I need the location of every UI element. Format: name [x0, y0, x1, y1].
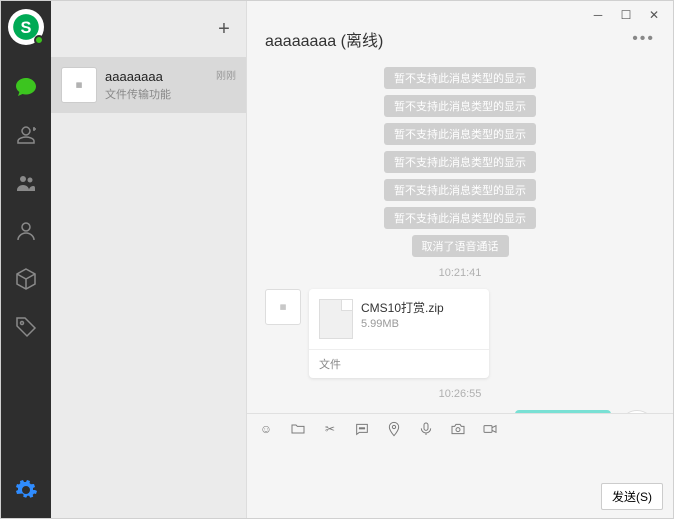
- location-icon[interactable]: [385, 420, 403, 438]
- message-input[interactable]: [257, 448, 663, 483]
- timestamp: 10:26:55: [439, 388, 482, 400]
- more-icon[interactable]: •••: [632, 30, 655, 48]
- message-avatar[interactable]: ▦: [265, 289, 301, 325]
- add-conversation-button[interactable]: +: [212, 17, 236, 41]
- send-button[interactable]: 发送(S): [601, 483, 663, 510]
- file-size: 5.99MB: [361, 318, 444, 330]
- file-name: CMS10打赏.zip: [361, 299, 444, 316]
- convlist-header: +: [51, 1, 246, 57]
- chat-title-name: aaaaaaaa: [265, 33, 336, 50]
- svg-text:S: S: [21, 19, 32, 37]
- conversation-list: + ▦ aaaaaaaa 文件传输功能 刚刚: [51, 1, 247, 518]
- app-window: S + ▦ aaaaaa: [0, 0, 674, 519]
- conversation-item[interactable]: ▦ aaaaaaaa 文件传输功能 刚刚: [51, 57, 246, 113]
- system-pill: 暂不支持此消息类型的显示: [384, 95, 536, 117]
- nav-people-icon[interactable]: [10, 215, 42, 247]
- conversation-avatar: ▦: [61, 67, 97, 103]
- incoming-message: ▦ CMS10打赏.zip 5.99MB 文件: [265, 289, 655, 378]
- conversation-name: aaaaaaaa: [105, 69, 216, 84]
- nav-chat-icon[interactable]: [10, 71, 42, 103]
- nav-rail: S: [1, 1, 51, 518]
- system-pill: 取消了语音通话: [412, 235, 509, 257]
- compose-area: 发送(S): [247, 444, 673, 518]
- nav-tag-icon[interactable]: [10, 311, 42, 343]
- chat-title-status: (离线): [341, 33, 384, 50]
- chat-history-icon[interactable]: [353, 420, 371, 438]
- chat-title: aaaaaaaa (离线): [265, 27, 383, 51]
- nav-contacts-icon[interactable]: [10, 119, 42, 151]
- maximize-button[interactable]: ☐: [613, 5, 639, 25]
- system-pill: 暂不支持此消息类型的显示: [384, 179, 536, 201]
- chat-panel: ─ ☐ ✕ aaaaaaaa (离线) ••• 暂不支持此消息类型的显示 暂不支…: [247, 1, 673, 518]
- video-icon[interactable]: [481, 420, 499, 438]
- nav-group-icon[interactable]: [10, 167, 42, 199]
- nav-settings-icon[interactable]: [10, 474, 42, 506]
- window-controls: ─ ☐ ✕: [579, 1, 673, 29]
- message-bubble[interactable]: 文件传输功能: [515, 410, 611, 413]
- compose-toolbar: ☺ ✂: [247, 413, 673, 444]
- conversation-subtitle: 文件传输功能: [105, 86, 216, 102]
- file-card[interactable]: CMS10打赏.zip 5.99MB 文件: [309, 289, 489, 378]
- microphone-icon[interactable]: [417, 420, 435, 438]
- timestamp: 10:21:41: [439, 267, 482, 279]
- folder-icon[interactable]: [289, 420, 307, 438]
- minimize-button[interactable]: ─: [585, 5, 611, 25]
- system-pill: 暂不支持此消息类型的显示: [384, 67, 536, 89]
- camera-icon[interactable]: [449, 420, 467, 438]
- conversation-time: 刚刚: [216, 67, 236, 82]
- file-icon: [319, 299, 353, 339]
- status-dot: [34, 35, 44, 45]
- messages-area[interactable]: 暂不支持此消息类型的显示 暂不支持此消息类型的显示 暂不支持此消息类型的显示 暂…: [247, 63, 673, 413]
- system-pill: 暂不支持此消息类型的显示: [384, 151, 536, 173]
- file-type-label: 文件: [309, 349, 489, 378]
- nav-cube-icon[interactable]: [10, 263, 42, 295]
- close-button[interactable]: ✕: [641, 5, 667, 25]
- emoji-icon[interactable]: ☺: [257, 420, 275, 438]
- user-avatar[interactable]: S: [8, 9, 44, 45]
- system-pill: 暂不支持此消息类型的显示: [384, 123, 536, 145]
- scissors-icon[interactable]: ✂: [321, 420, 339, 438]
- system-pill: 暂不支持此消息类型的显示: [384, 207, 536, 229]
